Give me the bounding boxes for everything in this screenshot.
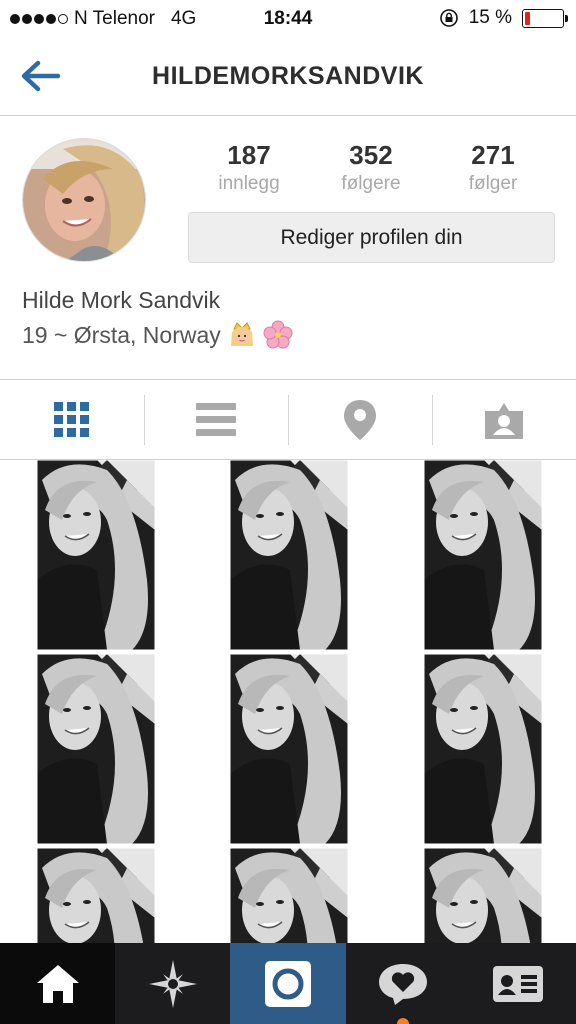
cherry-blossom-emoji-icon <box>263 320 293 349</box>
nav-home[interactable] <box>0 943 116 1024</box>
camera-icon <box>265 960 311 1007</box>
photo-grid <box>0 460 576 944</box>
battery-group: 15 % <box>439 7 568 29</box>
tab-list[interactable] <box>144 380 288 459</box>
nav-camera[interactable] <box>230 943 346 1024</box>
princess-emoji-icon <box>230 322 253 346</box>
explore-icon <box>148 959 197 1008</box>
stat-followers[interactable]: 352 følgere <box>310 140 432 195</box>
grid-photo[interactable] <box>37 460 155 650</box>
profile-view-tabs <box>0 379 576 460</box>
rotation-lock-icon <box>439 9 458 27</box>
grid-photo[interactable] <box>424 848 542 944</box>
battery-percent: 15 % <box>468 7 512 28</box>
grid-photo[interactable] <box>230 848 348 944</box>
profile-bio: 19 ~ Ørsta, Norway <box>22 320 293 350</box>
grid-photo[interactable] <box>230 654 348 844</box>
edit-profile-button[interactable]: Rediger profilen din <box>188 212 555 263</box>
home-icon <box>36 964 79 1003</box>
stat-posts-count: 187 <box>227 140 271 170</box>
tab-grid[interactable] <box>0 380 144 459</box>
stat-following-label: følger <box>468 173 518 194</box>
grid-photo[interactable] <box>424 654 542 844</box>
list-icon <box>196 402 236 436</box>
nav-activity[interactable] <box>346 943 461 1024</box>
status-bar: N Telenor 4G 18:44 15 % <box>0 0 576 38</box>
battery-icon <box>522 8 568 28</box>
tab-location[interactable] <box>288 380 432 459</box>
stat-posts-label: innlegg <box>218 173 280 194</box>
stat-followers-count: 352 <box>349 140 393 170</box>
grid-photo[interactable] <box>424 460 542 650</box>
stat-followers-label: følgere <box>341 173 401 194</box>
profile-header: HILDEMORKSANDVIK <box>0 38 576 116</box>
avatar[interactable] <box>22 138 146 262</box>
battery-level <box>525 11 531 25</box>
avatar-photo <box>23 139 145 261</box>
notification-dot <box>397 1018 410 1024</box>
stat-following[interactable]: 271 følger <box>432 140 554 195</box>
profile-stats: 187 innlegg 352 følgere 271 følger <box>188 140 554 195</box>
grid-photo[interactable] <box>230 460 348 650</box>
grid-photo[interactable] <box>37 654 155 844</box>
profile-card-icon <box>493 965 544 1002</box>
stat-posts[interactable]: 187 innlegg <box>188 140 310 195</box>
page-title: HILDEMORKSANDVIK <box>152 62 424 90</box>
location-pin-icon <box>344 399 376 440</box>
profile-full-name: Hilde Mork Sandvik <box>22 287 221 313</box>
nav-explore[interactable] <box>115 943 230 1024</box>
profile-bio-text: 19 ~ Ørsta, Norway <box>22 321 221 348</box>
grid-icon <box>54 401 89 437</box>
tagged-user-icon <box>485 402 523 439</box>
grid-photo[interactable] <box>37 848 155 944</box>
tab-tagged[interactable] <box>432 380 576 459</box>
activity-heart-icon <box>379 963 428 1005</box>
bottom-navigation <box>0 943 576 1024</box>
nav-profile[interactable] <box>461 943 576 1024</box>
stat-following-count: 271 <box>471 140 515 170</box>
